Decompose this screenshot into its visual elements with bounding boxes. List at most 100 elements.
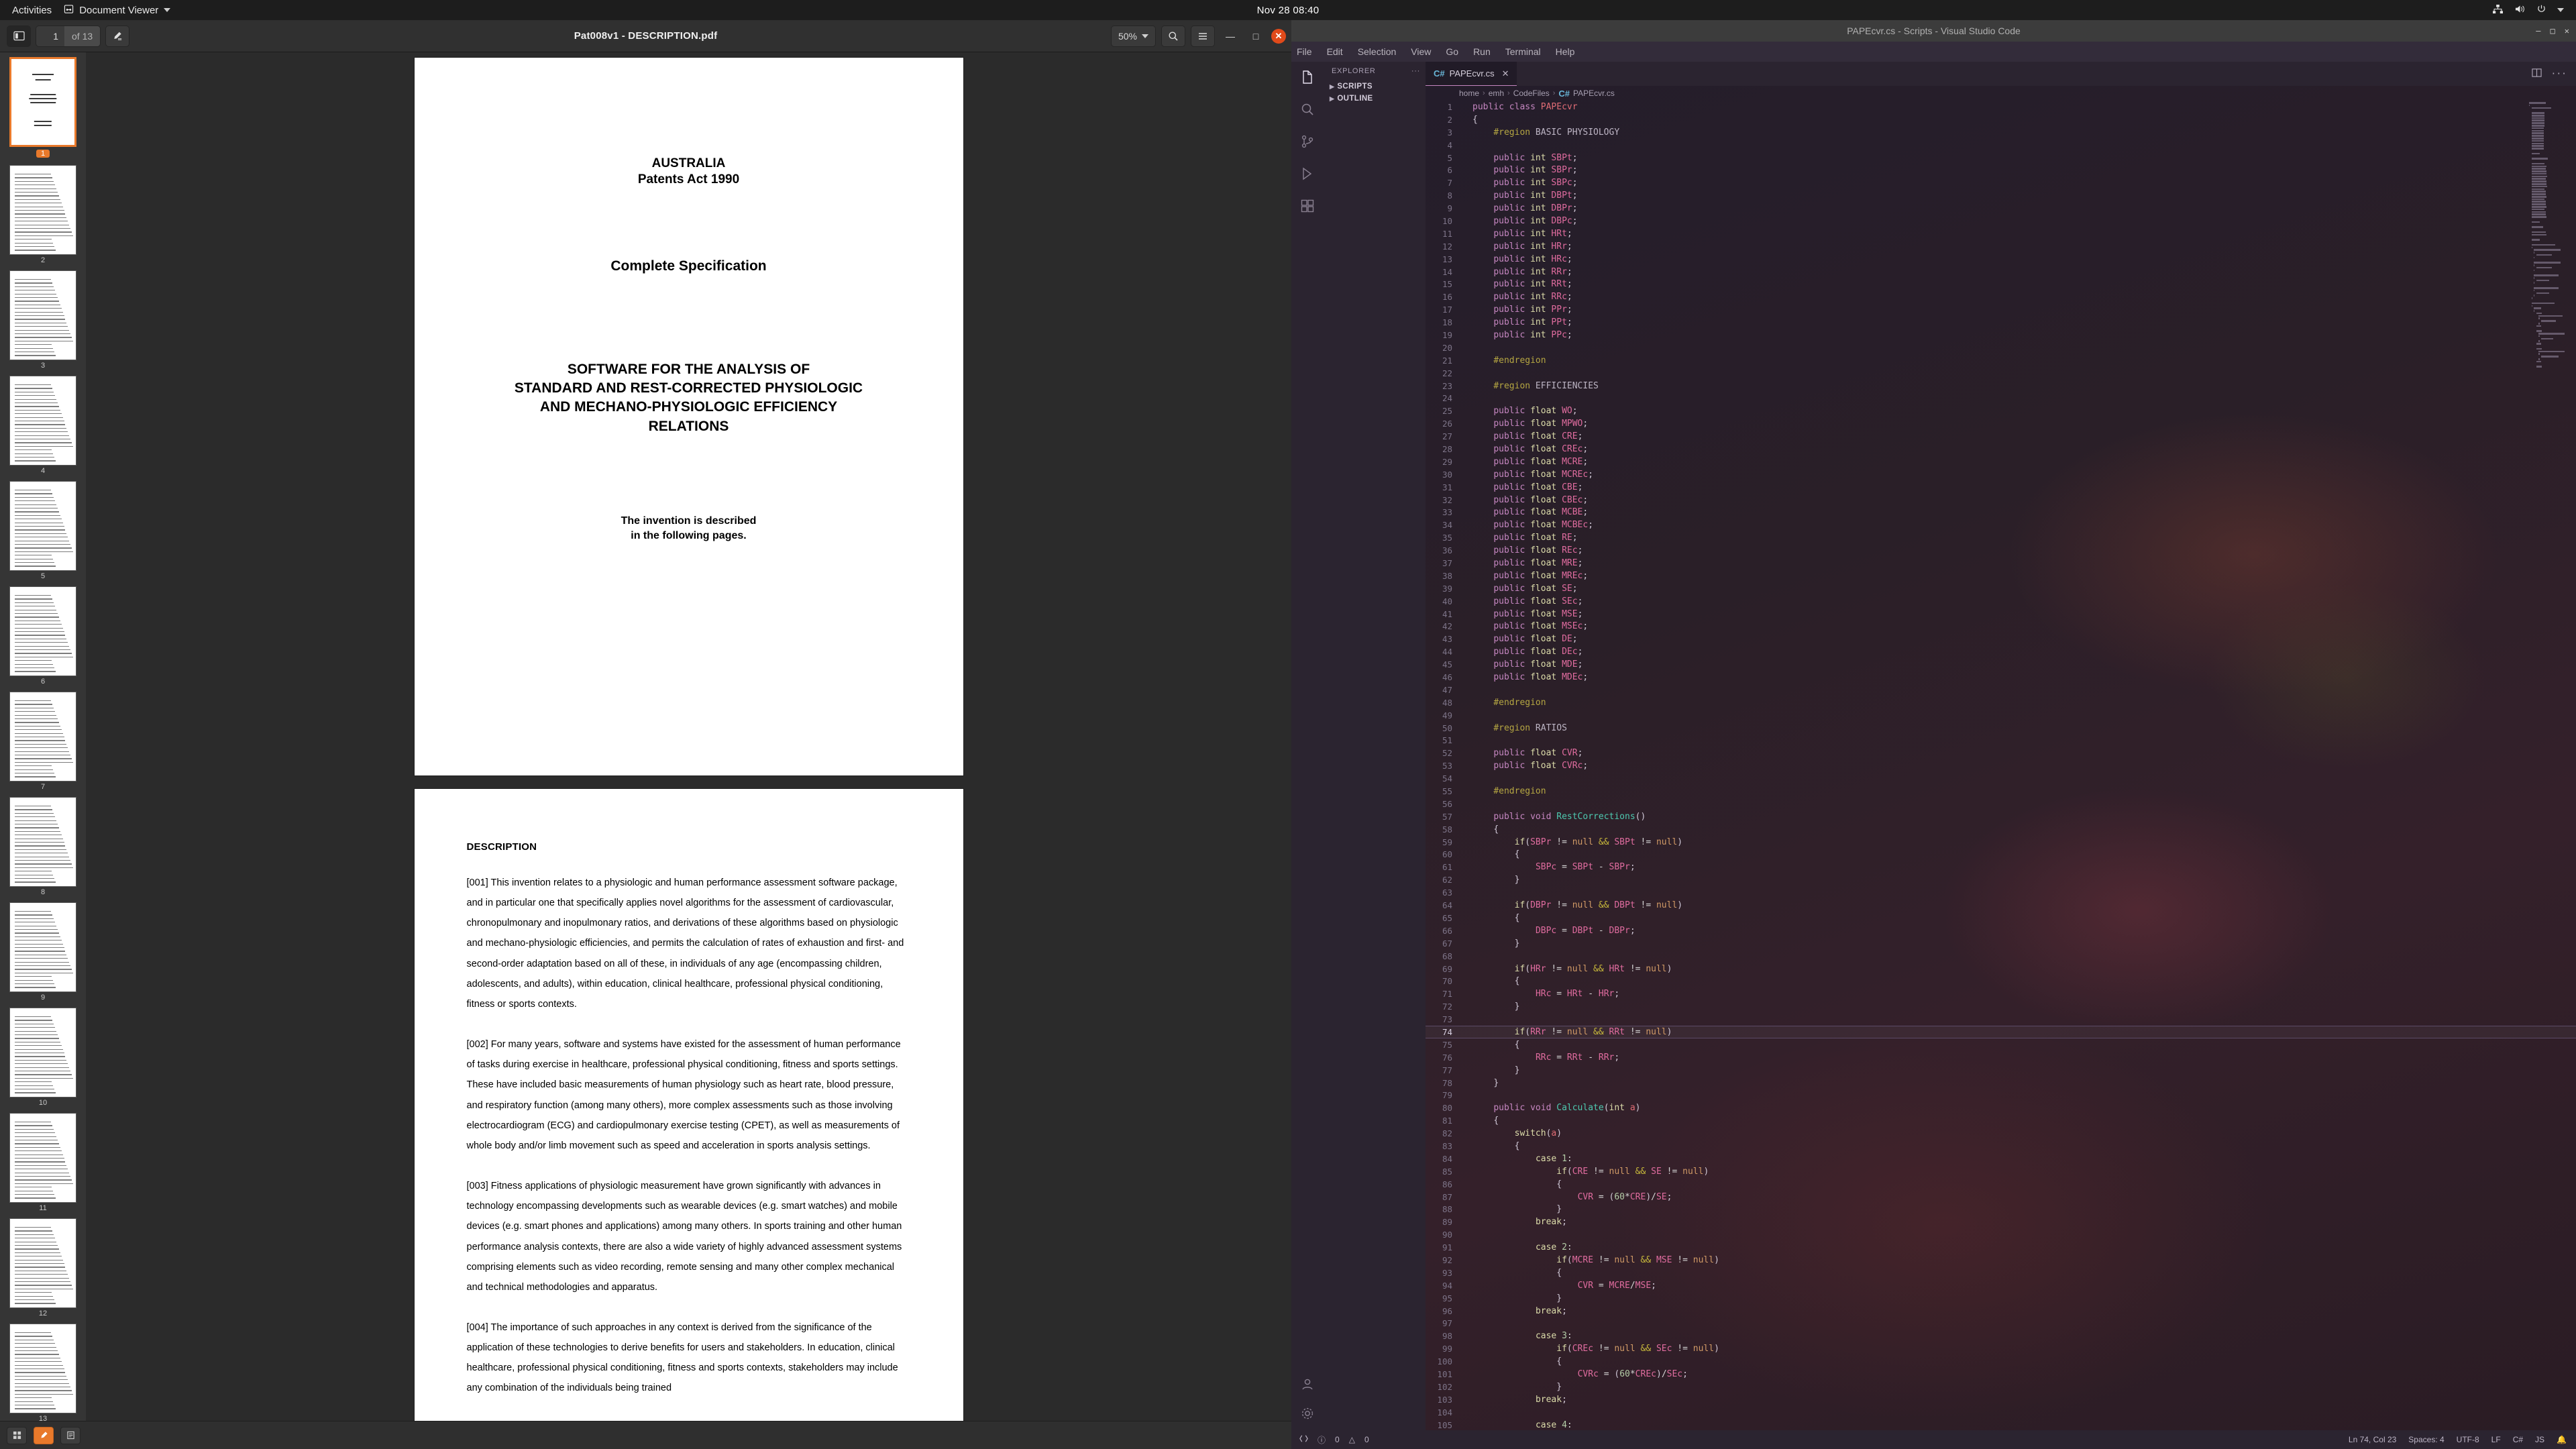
activities-button[interactable]: Activities (0, 5, 64, 16)
code-line[interactable]: 39 public float SE; (1426, 582, 2576, 595)
line-content[interactable]: case 4: (1463, 1420, 1572, 1430)
line-content[interactable]: } (1463, 938, 1520, 949)
code-line[interactable]: 13 public int HRc; (1426, 253, 2576, 266)
code-line[interactable]: 12 public int HRr; (1426, 240, 2576, 253)
code-line[interactable]: 46 public float MDEc; (1426, 671, 2576, 684)
line-content[interactable]: break; (1463, 1306, 1567, 1316)
line-content[interactable]: public int HRc; (1463, 254, 1572, 264)
code-line[interactable]: 25 public float WO; (1426, 405, 2576, 417)
line-content[interactable]: if(MCRE != null && MSE != null) (1463, 1255, 1719, 1265)
line-content[interactable]: #endregion (1463, 786, 1546, 796)
code-line[interactable]: 85 if(CRE != null && SE != null) (1426, 1165, 2576, 1178)
line-content[interactable]: public float DE; (1463, 634, 1577, 644)
code-line[interactable]: 26 public float MPWO; (1426, 417, 2576, 430)
line-content[interactable]: #region BASIC PHYSIOLOGY (1463, 127, 1619, 138)
line-content[interactable]: { (1463, 1141, 1520, 1151)
line-content[interactable]: public int PPt; (1463, 317, 1572, 327)
line-content[interactable]: case 2: (1463, 1242, 1572, 1252)
menu-go[interactable]: Go (1446, 46, 1458, 57)
line-content[interactable]: public float SEc; (1463, 596, 1582, 606)
line-content[interactable]: { (1463, 1268, 1562, 1278)
line-content[interactable]: public float SE; (1463, 584, 1577, 594)
split-editor-icon[interactable] (2531, 68, 2542, 80)
pdf-canvas[interactable]: AUSTRALIA Patents Act 1990 Complete Spec… (86, 52, 1291, 1421)
main-menu-button[interactable] (1191, 25, 1215, 47)
code-line[interactable]: 61 SBPc = SBPt - SBPr; (1426, 861, 2576, 873)
code-line[interactable]: 98 case 3: (1426, 1330, 2576, 1342)
editor-tab-bar[interactable]: C# PAPEcvr.cs ✕ ··· (1426, 62, 2576, 86)
thumbnail-page-3[interactable]: 3 (0, 266, 86, 371)
line-content[interactable]: public int PPc; (1463, 330, 1572, 340)
line-content[interactable]: if(CRE != null && SE != null) (1463, 1167, 1709, 1177)
line-content[interactable]: public float CVRc; (1463, 761, 1588, 771)
settings-gear-icon[interactable] (1299, 1405, 1316, 1422)
line-content[interactable]: public int HRt; (1463, 229, 1572, 239)
activity-bar-bottom[interactable] (1299, 1375, 1316, 1422)
tab-papecvr-cs[interactable]: C# PAPEcvr.cs ✕ (1426, 62, 1517, 86)
code-line[interactable]: 35 public float RE; (1426, 531, 2576, 544)
line-content[interactable]: #endregion (1463, 698, 1546, 708)
line-content[interactable]: public float REc; (1463, 545, 1582, 555)
code-line[interactable]: 16 public int RRc; (1426, 290, 2576, 303)
code-line[interactable]: 104 (1426, 1406, 2576, 1419)
line-content[interactable]: switch(a) (1463, 1128, 1562, 1138)
code-line[interactable]: 88 } (1426, 1203, 2576, 1216)
code-line[interactable]: 15 public int RRt; (1426, 278, 2576, 290)
grid-view-button[interactable] (7, 1426, 27, 1444)
line-content[interactable]: #region EFFICIENCIES (1463, 381, 1599, 391)
code-line[interactable]: 7 public int SBPc; (1426, 176, 2576, 189)
error-count[interactable]: 0 (1335, 1435, 1340, 1444)
line-content[interactable]: public float MRE; (1463, 558, 1582, 568)
line-content[interactable]: public float CVR; (1463, 748, 1582, 758)
code-line[interactable]: 50 #region RATIOS (1426, 722, 2576, 735)
line-content[interactable]: public float MSEc; (1463, 621, 1588, 631)
line-content[interactable]: { (1463, 976, 1520, 986)
thumbnail-page-8[interactable]: 8 (0, 792, 86, 898)
line-content[interactable]: public float MDEc; (1463, 672, 1588, 682)
code-line[interactable]: 33 public float MCBE; (1426, 506, 2576, 519)
code-line[interactable]: 44 public float DEc; (1426, 645, 2576, 658)
code-line[interactable]: 29 public float MCRE; (1426, 455, 2576, 468)
code-line[interactable]: 45 public float MDE; (1426, 658, 2576, 671)
code-line[interactable]: 2{ (1426, 113, 2576, 126)
code-line[interactable]: 60 { (1426, 849, 2576, 861)
code-line[interactable]: 37 public float MRE; (1426, 557, 2576, 570)
line-content[interactable]: HRc = HRt - HRr; (1463, 989, 1619, 999)
code-line[interactable]: 77 } (1426, 1064, 2576, 1077)
line-content[interactable]: public float MSE; (1463, 609, 1582, 619)
accounts-icon[interactable] (1299, 1375, 1316, 1393)
code-line[interactable]: 27 public float CRE; (1426, 430, 2576, 443)
minimize-icon[interactable]: — (2536, 26, 2540, 36)
more-actions-icon[interactable]: ··· (1411, 67, 1420, 75)
line-content[interactable]: case 1: (1463, 1154, 1572, 1164)
line-content[interactable]: public float DEc; (1463, 647, 1582, 657)
zoom-selector[interactable]: 50% (1110, 25, 1156, 47)
line-content[interactable]: public int SBPr; (1463, 165, 1577, 175)
thumbnail-page-2[interactable]: 2 (0, 160, 86, 266)
line-content[interactable]: public void RestCorrections() (1463, 812, 1646, 822)
code-line[interactable]: 105 case 4: (1426, 1419, 2576, 1430)
line-content[interactable]: } (1463, 1002, 1520, 1012)
code-line[interactable]: 31 public float CBE; (1426, 481, 2576, 494)
code-line[interactable]: 36 public float REc; (1426, 544, 2576, 557)
line-content[interactable]: CVR = (60*CRE)/SE; (1463, 1192, 1672, 1202)
line-content[interactable]: { (1463, 913, 1520, 923)
thumbnail-page-10[interactable]: 10 (0, 1003, 86, 1108)
code-line[interactable]: 80 public void Calculate(int a) (1426, 1102, 2576, 1114)
code-line[interactable]: 6 public int SBPr; (1426, 164, 2576, 176)
line-content[interactable]: public int PPr; (1463, 305, 1572, 315)
code-line[interactable]: 82 switch(a) (1426, 1127, 2576, 1140)
code-line[interactable]: 95 } (1426, 1292, 2576, 1305)
code-line[interactable]: 8 public int DBPt; (1426, 189, 2576, 202)
code-line[interactable]: 64 if(DBPr != null && DBPt != null) (1426, 899, 2576, 912)
breadcrumb-item-codefiles[interactable]: CodeFiles (1513, 89, 1550, 98)
line-content[interactable]: } (1463, 1065, 1520, 1075)
thumbnail-page-4[interactable]: 4 (0, 371, 86, 476)
code-line[interactable]: 93 { (1426, 1267, 2576, 1279)
annotate-button[interactable] (105, 25, 130, 47)
encoding[interactable]: UTF-8 (2457, 1435, 2479, 1444)
code-line[interactable]: 1 public class PAPEcvr (1426, 101, 2576, 113)
menu-view[interactable]: View (1411, 46, 1431, 57)
line-content[interactable]: if(CREc != null && SEc != null) (1463, 1344, 1719, 1354)
line-content[interactable]: public float MREc; (1463, 571, 1588, 581)
